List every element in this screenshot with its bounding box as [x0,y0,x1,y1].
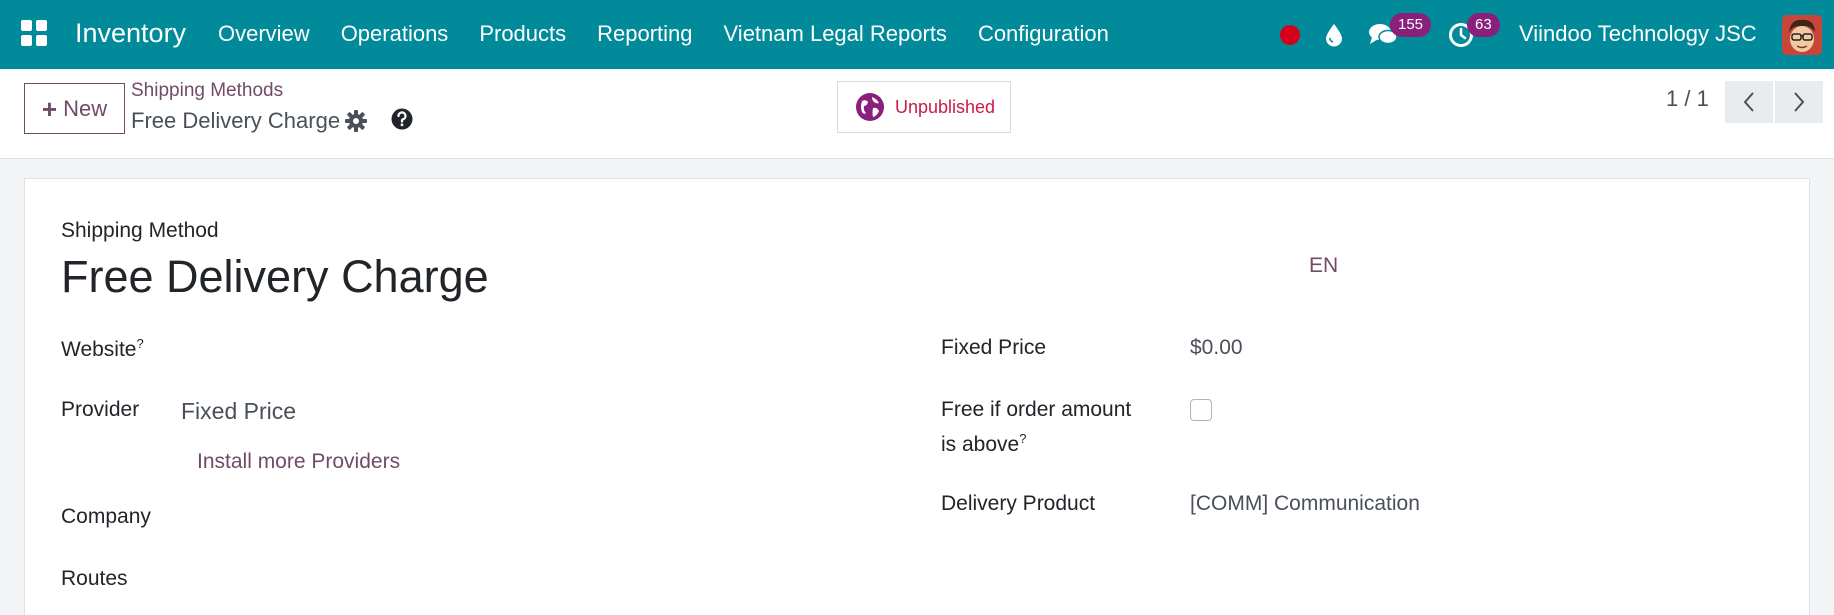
free-if-label-line-2: is above? [941,431,1027,456]
publish-status: Unpublished [895,96,996,117]
messages-count-badge: 155 [1390,13,1432,37]
website-help-tooltip[interactable]: ? [136,336,143,351]
new-button-label: New [63,95,108,121]
messages-icon[interactable] [1368,0,1398,69]
shipping-method-name-field[interactable]: Free Delivery Charge [61,251,489,303]
free-if-help-tooltip[interactable]: ? [1019,431,1026,446]
main-menu: Overview Operations Products Reporting V… [218,21,1140,47]
form-sheet: Shipping Method Free Delivery Charge EN … [24,178,1810,615]
website-label: Website? [61,336,144,361]
breadcrumb-shipping-methods[interactable]: Shipping Methods [131,80,283,102]
fixed-price-field[interactable]: $0.00 [1190,336,1243,360]
install-more-providers-link[interactable]: Install more Providers [197,450,400,474]
menu-item-vietnam-legal-reports[interactable]: Vietnam Legal Reports [724,21,947,47]
menu-item-operations[interactable]: Operations [341,21,449,47]
plus-icon: + [41,93,58,124]
apps-menu-icon[interactable] [21,20,47,46]
app-name[interactable]: Inventory [75,18,186,49]
shipping-method-label: Shipping Method [61,219,219,242]
menu-item-overview[interactable]: Overview [218,21,310,47]
menu-item-reporting[interactable]: Reporting [597,21,692,47]
menu-item-products[interactable]: Products [479,21,566,47]
activities-clock-icon[interactable] [1448,0,1474,69]
gear-icon[interactable] [344,109,368,133]
globe-icon [856,93,884,121]
company-switcher[interactable]: Viindoo Technology JSC [1519,21,1757,47]
breadcrumb-current-record: Free Delivery Charge [131,108,341,133]
pager-previous-button[interactable] [1725,81,1773,123]
user-avatar[interactable] [1782,15,1822,55]
chevron-left-icon [1743,92,1754,112]
help-question-icon[interactable] [390,107,414,131]
free-if-label-line-1: Free if order amount [941,398,1132,421]
top-navbar: Inventory Overview Operations Products R… [0,0,1834,69]
free-if-order-amount-checkbox[interactable] [1190,399,1212,421]
provider-select[interactable]: Fixed Price [181,398,296,425]
pager-value[interactable]: 1 / 1 [1666,86,1709,112]
company-label: Company [61,505,151,528]
menu-item-configuration[interactable]: Configuration [978,21,1109,47]
activities-count-badge: 63 [1467,13,1500,37]
language-selector[interactable]: EN [1309,254,1338,278]
chevron-right-icon [1794,92,1805,112]
recording-indicator-icon[interactable] [1280,0,1300,69]
water-drop-icon[interactable] [1324,0,1344,69]
new-button[interactable]: + New [24,83,125,134]
control-panel: + New Shipping Methods Free Delivery Cha… [0,69,1834,159]
fixed-price-label: Fixed Price [941,336,1047,359]
delivery-product-field[interactable]: [COMM] Communication [1190,492,1420,516]
publish-toggle-button[interactable]: Unpublished [837,81,1011,133]
pager-next-button[interactable] [1775,81,1823,123]
delivery-product-label: Delivery Product [941,492,1096,515]
routes-label: Routes [61,567,128,590]
provider-label: Provider [61,398,140,421]
